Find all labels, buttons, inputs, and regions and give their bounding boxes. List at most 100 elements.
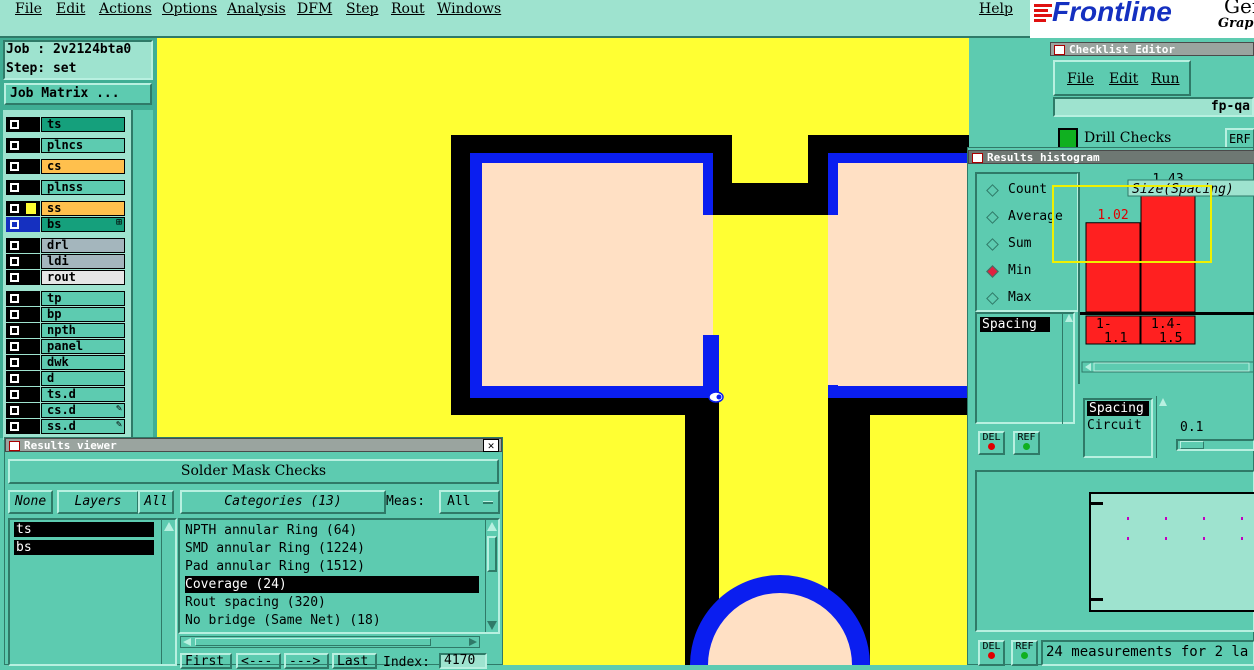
measure-list-2-item[interactable]: Spacing xyxy=(1087,401,1149,416)
checklist-menu-run[interactable]: Run xyxy=(1151,71,1180,87)
layers-list[interactable]: ts bs xyxy=(8,518,177,666)
layer-row[interactable]: plncs xyxy=(6,138,125,153)
menu-step[interactable]: Step xyxy=(346,1,378,17)
categories-hscrollbar[interactable] xyxy=(180,636,480,648)
del-button-2[interactable]: DEL xyxy=(978,640,1005,666)
layer-toggle[interactable] xyxy=(6,307,40,322)
measure-list-2-item[interactable]: Circuit xyxy=(1087,418,1142,433)
layer-toggle[interactable] xyxy=(6,291,40,306)
layer-name[interactable]: ss xyxy=(41,201,125,216)
job-matrix-button[interactable]: Job Matrix ... xyxy=(4,83,152,105)
menu-rout[interactable]: Rout xyxy=(391,1,425,17)
measure-list-item[interactable]: Spacing xyxy=(980,317,1050,332)
ref-button[interactable]: REF xyxy=(1013,431,1040,455)
layer-row[interactable]: panel xyxy=(6,339,125,354)
checklist-item[interactable]: Drill Checks xyxy=(1084,130,1171,146)
categories-scrollbar[interactable] xyxy=(485,520,498,632)
layer-name[interactable]: cs.d xyxy=(41,403,125,418)
checklist-menu-edit[interactable]: Edit xyxy=(1109,71,1138,87)
layer-name[interactable]: npth xyxy=(41,323,125,338)
layer-name[interactable]: panel xyxy=(41,339,125,354)
last-button[interactable]: Last xyxy=(332,653,377,669)
layer-row[interactable]: rout xyxy=(6,270,125,285)
layer-toggle[interactable] xyxy=(6,371,40,386)
all-layers-button[interactable]: All xyxy=(138,490,174,514)
layer-toggle[interactable] xyxy=(6,238,40,253)
checklist-menu-file[interactable]: File xyxy=(1067,71,1094,87)
layer-list-item[interactable]: ts xyxy=(14,522,154,537)
index-field[interactable]: 4170 xyxy=(439,653,487,669)
menu-edit[interactable]: Edit xyxy=(56,1,85,17)
layer-name[interactable]: d xyxy=(41,371,125,386)
meas-dropdown[interactable]: All xyxy=(439,490,500,514)
none-button[interactable]: None xyxy=(8,490,53,514)
menu-actions[interactable]: Actions xyxy=(99,1,152,17)
layers-scrollbar[interactable] xyxy=(161,520,175,664)
layer-name[interactable]: cs xyxy=(41,159,125,174)
layer-toggle[interactable] xyxy=(6,419,40,434)
category-item[interactable]: NPTH annular Ring (64) xyxy=(185,522,479,539)
category-item[interactable]: No bridge (Same Net) (18) xyxy=(185,612,479,629)
layer-name[interactable]: ts xyxy=(41,117,125,132)
layer-toggle[interactable] xyxy=(6,323,40,338)
layer-name[interactable]: dwk xyxy=(41,355,125,370)
layer-row[interactable]: d xyxy=(6,371,125,386)
menu-options[interactable]: Options xyxy=(162,1,217,17)
category-item[interactable]: Pad annular Ring (1512) xyxy=(185,558,479,575)
layer-name[interactable]: bp xyxy=(41,307,125,322)
close-icon[interactable]: ✕ xyxy=(483,439,499,452)
layer-name[interactable]: ss.d xyxy=(41,419,125,434)
layer-name[interactable]: bs xyxy=(41,217,125,232)
layer-toggle[interactable] xyxy=(6,270,40,285)
category-item[interactable]: SMD annular Ring (1224) xyxy=(185,540,479,557)
layer-toggle[interactable] xyxy=(6,138,40,153)
layer-name[interactable]: tp xyxy=(41,291,125,306)
layer-toggle[interactable] xyxy=(6,387,40,402)
layer-name[interactable]: ts.d xyxy=(41,387,125,402)
measure-list-2[interactable]: Spacing Circuit xyxy=(1083,398,1153,458)
menu-analysis[interactable]: Analysis xyxy=(227,1,286,17)
measure-list[interactable]: Spacing xyxy=(975,312,1075,424)
layer-toggle[interactable] xyxy=(6,254,40,269)
category-item[interactable]: Rout spacing (320) xyxy=(185,594,479,611)
layer-row[interactable]: npth xyxy=(6,323,125,338)
del-button[interactable]: DEL xyxy=(978,431,1005,455)
categories-button[interactable]: Categories (13) xyxy=(180,490,386,514)
layer-row[interactable]: bs ⊞ xyxy=(6,217,125,232)
layer-toggle[interactable] xyxy=(6,355,40,370)
layer-row[interactable]: tp xyxy=(6,291,125,306)
layer-toggle[interactable] xyxy=(6,217,40,232)
layer-toggle[interactable] xyxy=(6,180,40,195)
menu-dfm[interactable]: DFM xyxy=(297,1,332,17)
results-viewer-titlebar[interactable]: Results viewer xyxy=(5,438,502,452)
checklist-titlebar[interactable]: Checklist Editor xyxy=(1050,42,1254,56)
layer-name[interactable]: ldi xyxy=(41,254,125,269)
histogram-titlebar[interactable]: Results histogram xyxy=(968,150,1254,164)
scale-slider[interactable] xyxy=(1176,439,1254,451)
layer-toggle[interactable] xyxy=(6,117,40,132)
layer-row[interactable]: cs.d ✎ xyxy=(6,403,125,418)
layer-name[interactable]: rout xyxy=(41,270,125,285)
layer-name[interactable]: plnss xyxy=(41,180,125,195)
layer-row[interactable]: bp xyxy=(6,307,125,322)
first-button[interactable]: First xyxy=(180,653,232,669)
layer-row[interactable]: plnss xyxy=(6,180,125,195)
layer-list-item[interactable]: bs xyxy=(14,540,154,555)
layers-button[interactable]: Layers xyxy=(57,490,139,514)
ref-button-2[interactable]: REF xyxy=(1011,640,1038,666)
layer-row[interactable]: dwk xyxy=(6,355,125,370)
prev-button[interactable]: <--- xyxy=(236,653,281,669)
layer-toggle[interactable] xyxy=(6,201,40,216)
layer-toggle[interactable] xyxy=(6,403,40,418)
layer-list-scrollbar[interactable] xyxy=(131,110,153,440)
chart-scroll-thumb[interactable] xyxy=(1093,362,1250,372)
layer-row[interactable]: ts xyxy=(6,117,125,132)
layer-row[interactable]: drl xyxy=(6,238,125,253)
layer-toggle[interactable] xyxy=(6,159,40,174)
menu-windows[interactable]: Windows xyxy=(437,1,501,17)
scroll-left-icon[interactable] xyxy=(1085,363,1091,371)
layer-name[interactable]: plncs xyxy=(41,138,125,153)
layer-row[interactable]: cs xyxy=(6,159,125,174)
category-item[interactable]: Coverage (24) xyxy=(185,576,479,593)
measure-list-2-scrollbar[interactable] xyxy=(1156,396,1168,458)
